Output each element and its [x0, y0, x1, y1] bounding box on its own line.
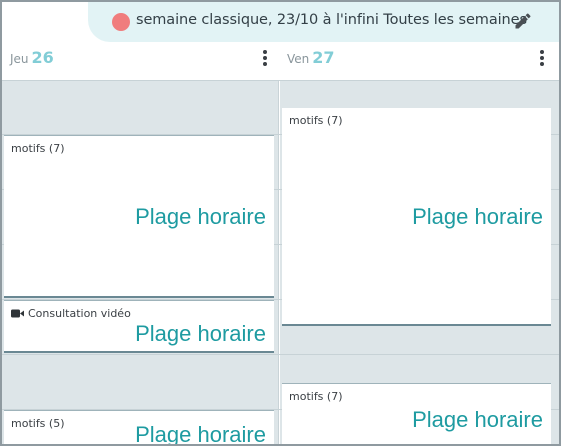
- day-header-thursday: Jeu 26: [10, 48, 54, 70]
- kebab-menu-icon[interactable]: [539, 50, 545, 66]
- day-number: 26: [31, 48, 54, 67]
- slot-motifs-label: Consultation vidéo: [11, 307, 131, 320]
- day-weekday: Jeu: [10, 52, 29, 66]
- time-slot[interactable]: motifs (7) Plage horaire: [282, 108, 551, 326]
- schedule-banner-text: semaine classique, 23/10 à l'infini Tout…: [136, 12, 527, 28]
- pencil-icon[interactable]: [513, 11, 533, 31]
- calendar-frame: semaine classique, 23/10 à l'infini Tout…: [0, 0, 561, 446]
- kebab-menu-icon[interactable]: [262, 50, 268, 66]
- slot-motifs-label: motifs (7): [289, 114, 343, 127]
- time-slot[interactable]: motifs (7) Plage horaire: [282, 383, 551, 444]
- schedule-banner[interactable]: semaine classique, 23/10 à l'infini Tout…: [88, 2, 559, 42]
- slot-motifs-label: motifs (5): [11, 417, 65, 430]
- video-camera-icon: [11, 309, 24, 318]
- day-number: 27: [312, 48, 335, 67]
- slot-title: Plage horaire: [135, 321, 266, 346]
- slot-title: Plage horaire: [412, 204, 543, 229]
- grid-line: [2, 80, 559, 81]
- day-header-friday: Ven 27: [287, 48, 335, 70]
- slot-motifs-label: motifs (7): [11, 142, 65, 155]
- status-color-dot: [112, 13, 130, 31]
- day-weekday: Ven: [287, 52, 310, 66]
- grid-line: [2, 354, 559, 355]
- slot-title: Plage horaire: [135, 204, 266, 229]
- slot-title: Plage horaire: [135, 422, 266, 446]
- time-slot[interactable]: motifs (7) Plage horaire: [4, 135, 274, 298]
- time-slot[interactable]: Consultation vidéo Plage horaire: [4, 300, 274, 353]
- time-slot[interactable]: motifs (5) Plage horaire: [4, 410, 274, 446]
- slot-motifs-label: motifs (7): [289, 390, 343, 403]
- slot-title: Plage horaire: [412, 407, 543, 432]
- slot-motifs-text: Consultation vidéo: [28, 307, 131, 320]
